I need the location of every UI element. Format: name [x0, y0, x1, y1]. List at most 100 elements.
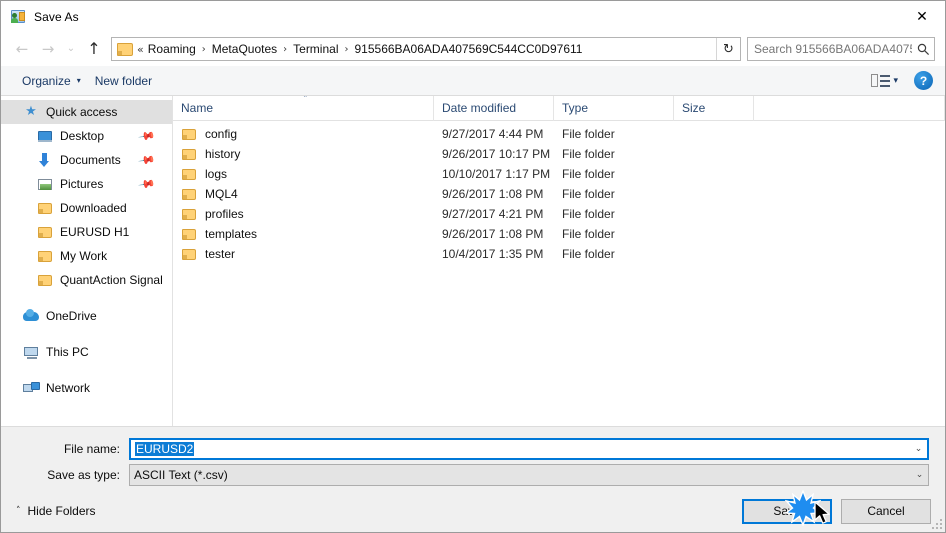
- hide-folders-label: Hide Folders: [27, 504, 96, 518]
- breadcrumb-item-current[interactable]: 915566BA06ADA407569C544CC0D97611: [354, 41, 584, 57]
- column-header-date-modified[interactable]: Date modified: [434, 95, 554, 121]
- address-chevron-down-icon[interactable]: [694, 38, 716, 60]
- table-row[interactable]: profiles 9/27/2017 4:21 PM File folder: [173, 204, 945, 224]
- breadcrumb-item-roaming[interactable]: Roaming: [147, 41, 197, 57]
- up-button[interactable]: ↑: [81, 36, 107, 62]
- sidebar-item-downloaded[interactable]: Downloaded: [1, 196, 172, 220]
- folder-icon: [181, 246, 197, 262]
- file-date-cell: 10/10/2017 1:17 PM: [442, 167, 551, 181]
- folder-icon: [181, 226, 197, 242]
- hide-folders-button[interactable]: ˄ Hide Folders: [11, 501, 101, 521]
- organize-label: Organize: [22, 73, 71, 88]
- breadcrumb-item-terminal[interactable]: Terminal: [292, 41, 339, 57]
- pin-icon[interactable]: 📌: [138, 175, 157, 194]
- file-type-cell: File folder: [562, 187, 615, 201]
- sidebar-item-eurusd-h1[interactable]: EURUSD H1: [1, 220, 172, 244]
- sidebar-item-quantaction-signal[interactable]: QuantAction Signal: [1, 268, 172, 292]
- sidebar-item-label: Pictures: [60, 177, 104, 191]
- pc-icon: [23, 344, 39, 360]
- search-box[interactable]: Search 915566BA06ADA40756...: [747, 37, 935, 61]
- column-header-name[interactable]: Name ˄: [173, 95, 434, 121]
- pin-icon[interactable]: 📌: [138, 127, 157, 146]
- sidebar-item-label: Desktop: [60, 129, 105, 143]
- navigation-bar: ← → ⌄ ↑ « Roaming › MetaQuotes › Termina…: [1, 32, 945, 66]
- table-row[interactable]: MQL4 9/26/2017 1:08 PM File folder: [173, 184, 945, 204]
- change-view-icon[interactable]: [871, 73, 891, 89]
- chevron-right-icon: ›: [283, 43, 288, 55]
- breadcrumb-overflow-icon[interactable]: «: [137, 43, 144, 56]
- sidebar-item-pictures[interactable]: Pictures 📌: [1, 172, 172, 196]
- sidebar-item-onedrive[interactable]: OneDrive: [1, 304, 172, 328]
- table-row[interactable]: history 9/26/2017 10:17 PM File folder: [173, 144, 945, 164]
- close-icon[interactable]: ✕: [899, 1, 945, 32]
- cancel-button[interactable]: Cancel: [841, 498, 931, 524]
- file-name-label: File name:: [63, 442, 120, 456]
- sidebar-item-this-pc[interactable]: This PC: [1, 340, 172, 364]
- save-as-type-label: Save as type:: [47, 468, 120, 482]
- sidebar-item-my-work[interactable]: My Work: [1, 244, 172, 268]
- file-name-cell: tester: [173, 246, 434, 262]
- sort-ascending-icon: ˄: [303, 95, 308, 105]
- file-list-pane: Name ˄ Date modified Type Size config 9/…: [173, 95, 945, 426]
- table-row[interactable]: logs 10/10/2017 1:17 PM File folder: [173, 164, 945, 184]
- folder-icon: [37, 272, 53, 288]
- column-header-type[interactable]: Type: [554, 95, 674, 121]
- organize-button[interactable]: Organize ▾: [15, 71, 88, 91]
- table-row[interactable]: config 9/27/2017 4:44 PM File folder: [173, 124, 945, 144]
- folder-icon: [181, 186, 197, 202]
- sidebar-item-network[interactable]: Network: [1, 376, 172, 400]
- file-name-value-wrap: EURUSD2: [131, 442, 910, 456]
- search-icon: [912, 43, 934, 56]
- file-name-label: tester: [205, 247, 236, 261]
- save-as-type-select[interactable]: ASCII Text (*.csv) ⌄: [129, 464, 929, 486]
- chevron-down-icon[interactable]: ⌄: [911, 470, 928, 480]
- back-button[interactable]: ←: [9, 36, 35, 62]
- file-name-cell: profiles: [173, 206, 434, 222]
- table-row[interactable]: tester 10/4/2017 1:35 PM File folder: [173, 244, 945, 264]
- file-name-input[interactable]: EURUSD2 ⌄: [129, 438, 929, 460]
- file-list[interactable]: config 9/27/2017 4:44 PM File folder his…: [173, 121, 945, 426]
- file-type-cell: File folder: [562, 167, 615, 181]
- breadcrumb-item-metaquotes[interactable]: MetaQuotes: [211, 41, 278, 57]
- file-type-cell: File folder: [562, 147, 615, 161]
- sidebar-item-documents[interactable]: Documents 📌: [1, 148, 172, 172]
- forward-button[interactable]: →: [35, 36, 61, 62]
- search-input[interactable]: Search 915566BA06ADA40756...: [748, 42, 912, 56]
- folder-icon: [37, 248, 53, 264]
- address-bar[interactable]: « Roaming › MetaQuotes › Terminal › 9155…: [111, 37, 741, 61]
- sidebar-item-label: EURUSD H1: [60, 225, 130, 239]
- sidebar-item-desktop[interactable]: Desktop 📌: [1, 124, 172, 148]
- recent-locations-chevron-down-icon[interactable]: ⌄: [61, 36, 81, 62]
- file-date-cell: 9/26/2017 1:08 PM: [442, 227, 544, 241]
- folder-icon: [181, 126, 197, 142]
- file-name-row: File name: EURUSD2 ⌄: [17, 438, 929, 460]
- chevron-down-icon[interactable]: ⌄: [910, 444, 927, 454]
- breadcrumb: « Roaming › MetaQuotes › Terminal › 9155…: [137, 41, 694, 57]
- dialog-footer: ˄ Hide Folders Save Cancel: [1, 490, 945, 532]
- column-header-label: Name: [181, 100, 214, 115]
- onedrive-icon: [23, 308, 39, 324]
- help-icon[interactable]: ?: [914, 71, 933, 90]
- sidebar-item-label: Quick access: [46, 105, 118, 119]
- table-row[interactable]: templates 9/26/2017 1:08 PM File folder: [173, 224, 945, 244]
- view-chevron-down-icon[interactable]: ▾: [893, 76, 898, 86]
- new-folder-button[interactable]: New folder: [88, 71, 159, 91]
- sidebar-item-label: QuantAction Signal: [60, 273, 163, 287]
- pin-icon[interactable]: 📌: [138, 151, 157, 170]
- resize-grip[interactable]: [930, 517, 942, 529]
- desktop-icon: [37, 128, 53, 144]
- file-name-label: profiles: [205, 207, 244, 221]
- pictures-icon: [37, 176, 53, 192]
- save-button[interactable]: Save: [742, 498, 832, 524]
- file-name-cell: MQL4: [173, 186, 434, 202]
- chevron-right-icon: ›: [344, 43, 349, 55]
- column-header-size[interactable]: Size: [674, 95, 754, 121]
- file-type-cell: File folder: [562, 127, 615, 141]
- save-form: File name: EURUSD2 ⌄ Save as type: ASCII…: [1, 426, 945, 490]
- file-name-label: history: [205, 147, 241, 161]
- sidebar-item-label: Network: [46, 381, 91, 395]
- dialog-body: ★ Quick access Desktop 📌 Documents 📌 Pic…: [1, 95, 945, 426]
- sidebar-item-quick-access[interactable]: ★ Quick access: [1, 100, 172, 124]
- refresh-icon[interactable]: ↻: [716, 38, 740, 60]
- file-name-label: logs: [205, 167, 228, 181]
